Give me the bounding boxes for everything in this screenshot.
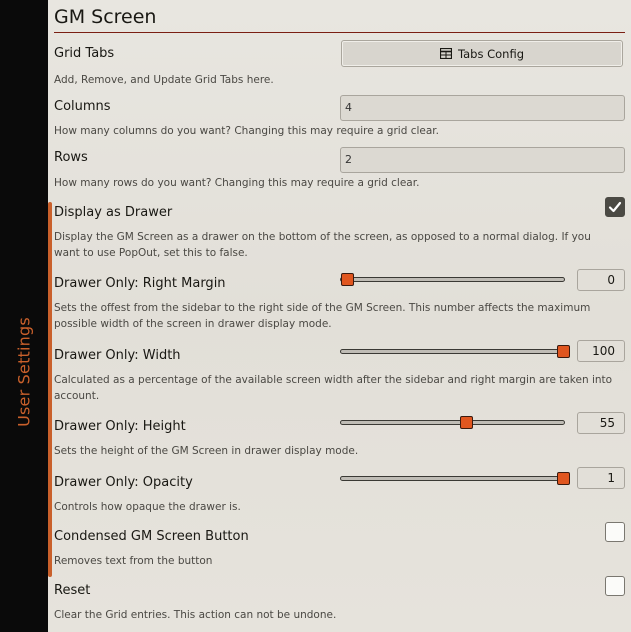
condensed-button-label: Condensed GM Screen Button <box>54 529 249 544</box>
grid-tabs-label: Grid Tabs <box>54 46 115 61</box>
opacity-slider-track[interactable] <box>340 476 565 481</box>
page-title: GM Screen <box>54 6 157 28</box>
opacity-label: Drawer Only: Opacity <box>54 475 193 490</box>
reset-checkbox[interactable] <box>605 576 625 596</box>
display-as-drawer-hint: Display the GM Screen as a drawer on the… <box>54 231 591 259</box>
checkmark-icon <box>608 201 622 213</box>
display-as-drawer-checkbox[interactable] <box>605 197 625 217</box>
columns-hint: How many columns do you want? Changing t… <box>54 125 439 137</box>
opacity-hint: Controls how opaque the drawer is. <box>54 501 241 513</box>
reset-hint: Clear the Grid entries. This action can … <box>54 609 337 621</box>
columns-label: Columns <box>54 99 111 114</box>
right-margin-label: Drawer Only: Right Margin <box>54 276 226 291</box>
reset-label: Reset <box>54 583 91 598</box>
section-accent-line <box>48 202 52 577</box>
user-settings-tab-label[interactable]: User Settings <box>15 317 34 427</box>
right-margin-slider-thumb[interactable] <box>341 273 354 286</box>
rows-hint: How many rows do you want? Changing this… <box>54 177 420 189</box>
condensed-button-checkbox[interactable] <box>605 522 625 542</box>
height-slider-thumb[interactable] <box>459 416 473 429</box>
opacity-slider-thumb[interactable] <box>557 472 570 485</box>
title-divider <box>54 32 625 33</box>
width-value[interactable]: 100 <box>577 340 625 362</box>
right-margin-slider-track[interactable] <box>340 277 565 282</box>
right-margin-hint: Sets the offest from the sidebar to the … <box>54 302 591 330</box>
sidebar-tab-strip: User Settings <box>0 0 48 632</box>
opacity-value[interactable]: 1 <box>577 467 625 489</box>
width-slider-thumb[interactable] <box>557 345 570 358</box>
condensed-button-hint: Removes text from the button <box>54 555 213 567</box>
height-hint: Sets the height of the GM Screen in draw… <box>54 445 359 457</box>
rows-input[interactable]: 2 <box>340 147 625 173</box>
height-label: Drawer Only: Height <box>54 419 186 434</box>
table-icon <box>439 48 452 59</box>
width-slider-track[interactable] <box>340 349 565 354</box>
right-margin-value[interactable]: 0 <box>577 269 625 291</box>
tabs-config-button[interactable]: Tabs Config <box>341 40 623 67</box>
columns-input[interactable]: 4 <box>340 95 625 121</box>
height-value[interactable]: 55 <box>577 412 625 434</box>
tabs-config-button-label: Tabs Config <box>457 46 524 61</box>
grid-tabs-hint: Add, Remove, and Update Grid Tabs here. <box>54 74 274 86</box>
width-label: Drawer Only: Width <box>54 348 181 363</box>
display-as-drawer-label: Display as Drawer <box>54 205 173 220</box>
height-slider-track[interactable] <box>340 420 565 425</box>
rows-label: Rows <box>54 150 88 165</box>
width-hint: Calculated as a percentage of the availa… <box>54 374 613 402</box>
